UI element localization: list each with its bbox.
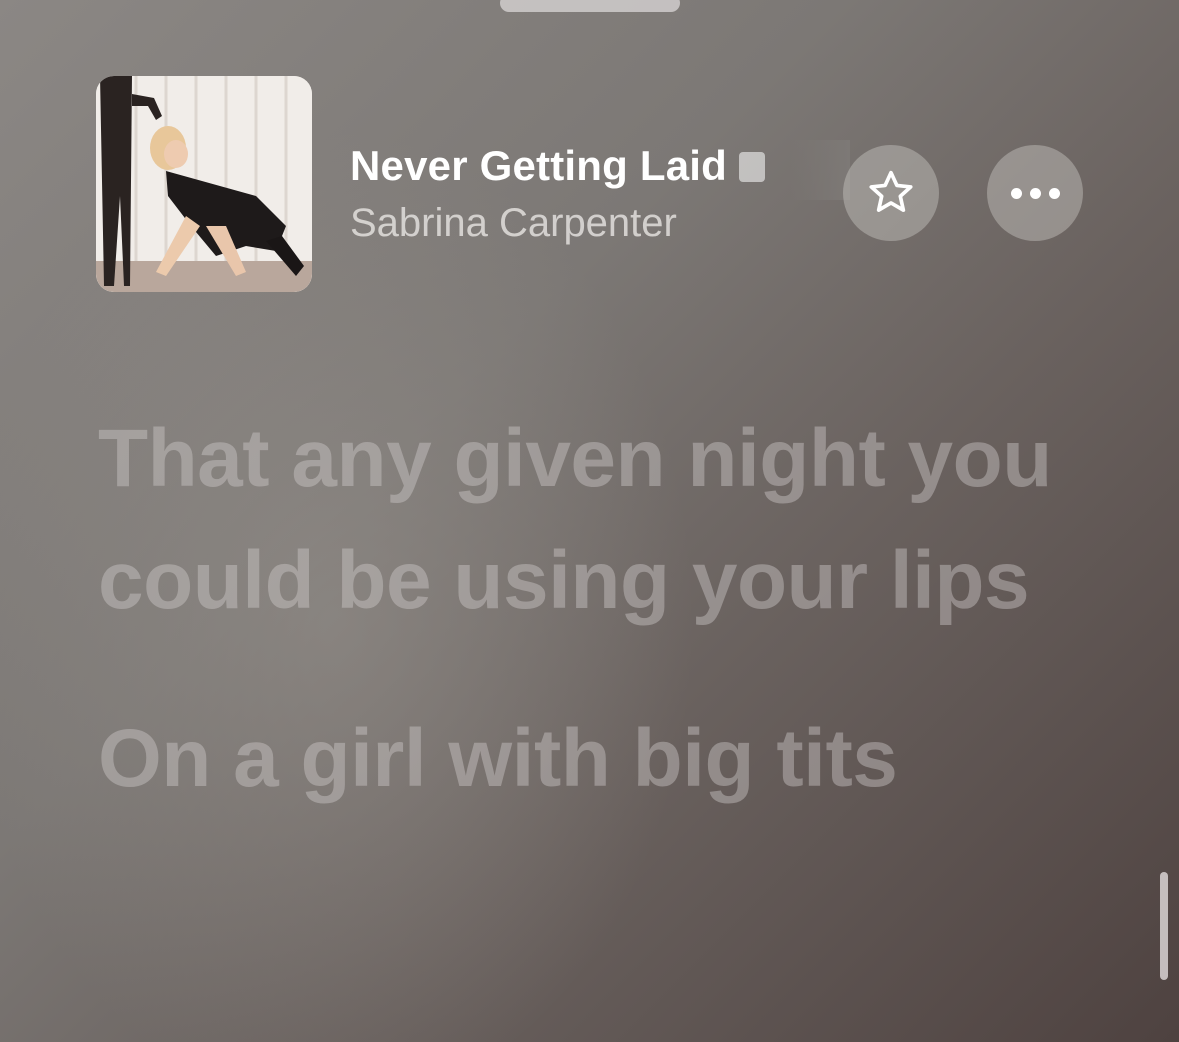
scrollbar[interactable] (1160, 872, 1168, 980)
star-icon (869, 170, 913, 212)
artist-name[interactable]: Sabrina Carpenter (350, 201, 677, 246)
sheet-grabber[interactable] (500, 0, 680, 12)
lyric-line[interactable]: On a girl with big tits (98, 698, 1138, 820)
song-title[interactable]: Never Getting Laid (350, 142, 830, 194)
album-artwork-image (96, 76, 312, 292)
lyric-line[interactable]: That any given night you could be using … (98, 398, 1138, 642)
song-title-text: Never Getting Laid (350, 142, 728, 189)
explicit-icon (739, 152, 766, 182)
more-options-button[interactable] (987, 145, 1083, 241)
title-fade (790, 140, 850, 200)
favorite-button[interactable] (843, 145, 939, 241)
lyrics-view[interactable]: That any given night you could be using … (98, 398, 1138, 820)
ellipsis-icon (1010, 187, 1060, 199)
album-artwork[interactable] (96, 76, 312, 292)
